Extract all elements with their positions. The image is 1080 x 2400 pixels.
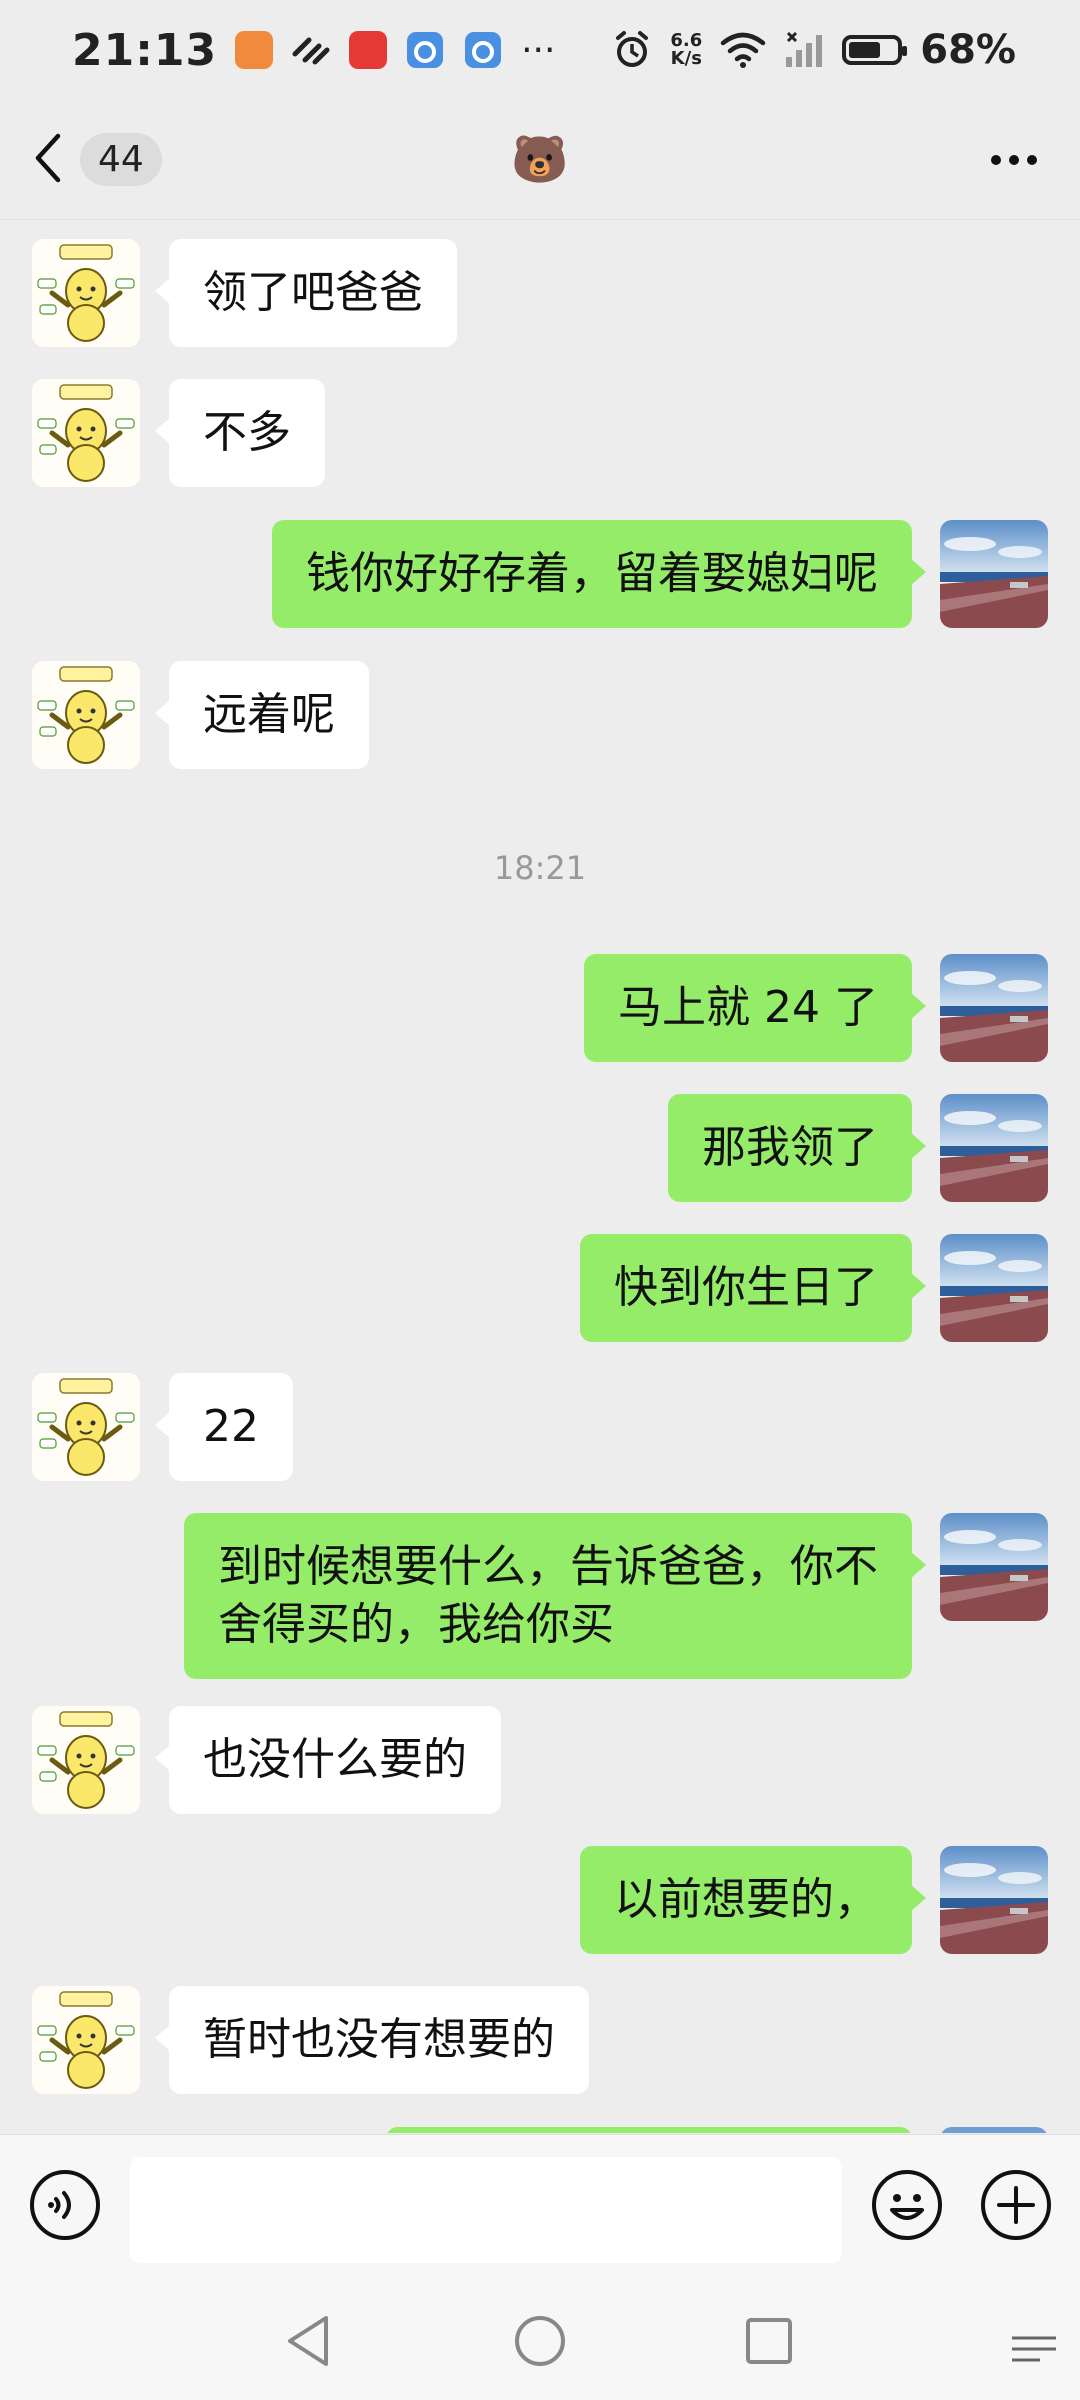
status-right: 6.6 K/s 68% bbox=[612, 27, 1016, 73]
voice-icon[interactable] bbox=[28, 2168, 102, 2242]
incoming-message-bubble[interactable]: 22 bbox=[155, 1373, 293, 1481]
my-avatar[interactable] bbox=[940, 1513, 1048, 1621]
outgoing-message-bubble[interactable]: 钱你好好存着，留着娶媳妇呢 bbox=[272, 520, 926, 628]
my-avatar[interactable] bbox=[940, 954, 1048, 1062]
back-button[interactable]: 44 bbox=[32, 132, 162, 188]
network-speed: 6.6 K/s bbox=[670, 32, 702, 68]
nav-menu-icon[interactable] bbox=[1010, 2334, 1058, 2364]
incoming-message-bubble[interactable]: 暂时也没有想要的 bbox=[155, 1986, 589, 2094]
browser-app-icon bbox=[405, 30, 445, 70]
battery-fill bbox=[849, 42, 881, 58]
app-notification-icon-2 bbox=[349, 31, 388, 69]
chat-header: 44 🐻 bbox=[0, 100, 1080, 220]
contact-avatar[interactable] bbox=[32, 239, 140, 347]
network-speed-unit: K/s bbox=[670, 48, 702, 69]
status-left: 21:13 ··· bbox=[72, 25, 555, 76]
system-nav-bar bbox=[0, 2282, 1080, 2400]
emoji-icon[interactable] bbox=[870, 2168, 944, 2242]
outgoing-message-bubble[interactable]: 快到你生日了 bbox=[580, 1234, 926, 1342]
browser-app-icon-2 bbox=[463, 30, 503, 70]
contact-avatar[interactable] bbox=[32, 1373, 140, 1481]
outgoing-message-bubble[interactable]: 马上就 24 了 bbox=[584, 954, 926, 1062]
my-avatar[interactable] bbox=[940, 520, 1048, 628]
app-notification-icon bbox=[235, 31, 274, 69]
wifi-icon bbox=[720, 31, 766, 69]
incoming-message-bubble[interactable]: 也没什么要的 bbox=[155, 1706, 501, 1814]
incoming-message-bubble[interactable]: 远着呢 bbox=[155, 661, 369, 769]
alarm-icon bbox=[612, 30, 652, 70]
message-timestamp: 18:21 bbox=[493, 849, 587, 887]
contact-avatar[interactable] bbox=[32, 661, 140, 769]
my-avatar[interactable] bbox=[940, 1234, 1048, 1342]
status-bar: 21:13 ··· 6.6 K/s 68% bbox=[0, 0, 1080, 100]
battery-percent: 68% bbox=[920, 27, 1016, 73]
link-app-icon bbox=[291, 32, 331, 68]
more-dots-icon[interactable] bbox=[988, 134, 1040, 190]
message-text-input[interactable] bbox=[130, 2157, 842, 2263]
chat-message-list[interactable]: 领了吧爸爸 不多 钱你好好存着，留着娶媳妇呢 远着呢 18:21 马上就 24 … bbox=[0, 221, 1080, 2133]
unread-count-badge: 44 bbox=[80, 133, 162, 186]
battery-icon bbox=[842, 35, 908, 65]
outgoing-message-bubble-partial[interactable] bbox=[386, 2127, 912, 2133]
my-avatar-partial[interactable] bbox=[940, 2127, 1048, 2133]
signal-icon bbox=[784, 31, 824, 69]
nav-back-icon[interactable] bbox=[276, 2308, 342, 2374]
my-avatar[interactable] bbox=[940, 1846, 1048, 1954]
status-time: 21:13 bbox=[72, 24, 218, 76]
my-avatar[interactable] bbox=[940, 1094, 1048, 1202]
contact-avatar[interactable] bbox=[32, 379, 140, 487]
outgoing-message-bubble[interactable]: 以前想要的， bbox=[580, 1846, 926, 1954]
nav-recents-icon[interactable] bbox=[736, 2308, 802, 2374]
more-notifications-icon: ··· bbox=[521, 29, 556, 71]
chat-title: 🐻 bbox=[511, 132, 569, 186]
nav-home-icon[interactable] bbox=[507, 2308, 573, 2374]
incoming-message-bubble[interactable]: 不多 bbox=[155, 379, 325, 487]
outgoing-message-bubble[interactable]: 那我领了 bbox=[668, 1094, 926, 1202]
chevron-left-icon bbox=[32, 132, 66, 188]
message-input-bar bbox=[0, 2134, 1080, 2283]
contact-avatar[interactable] bbox=[32, 1986, 140, 2094]
outgoing-message-bubble[interactable]: 到时候想要什么，告诉爸爸，你不 舍得买的，我给你买 bbox=[184, 1513, 926, 1679]
incoming-message-bubble[interactable]: 领了吧爸爸 bbox=[155, 239, 457, 347]
contact-avatar[interactable] bbox=[32, 1706, 140, 1814]
plus-icon[interactable] bbox=[979, 2168, 1053, 2242]
